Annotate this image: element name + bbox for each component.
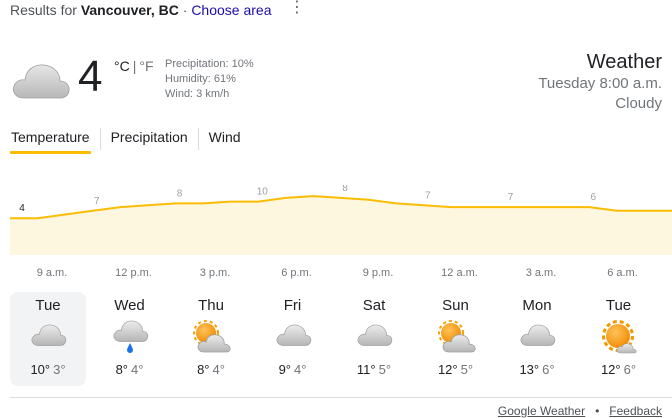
temperature-point-label: 8 <box>342 185 348 194</box>
feedback-link[interactable]: Feedback <box>609 404 662 418</box>
temperature-point-label: 4 <box>19 203 25 214</box>
high-temp: 8° <box>197 362 210 377</box>
fahrenheit-unit[interactable]: °F <box>139 58 153 74</box>
high-temp: 12° <box>600 362 621 377</box>
unit-toggle: °C | °F <box>114 58 154 74</box>
forecast-day-mon[interactable]: Mon 13° 6° <box>499 292 575 386</box>
weather-title: Weather <box>586 51 662 73</box>
cloud-icon <box>276 324 311 346</box>
temperature-point-label: 6 <box>590 192 596 203</box>
footer-divider <box>10 397 672 398</box>
temperature-point-label: 7 <box>508 192 514 203</box>
forecast-day-fri[interactable]: Fri 9° 4° <box>255 292 331 386</box>
day-temperatures: 10° 3° <box>10 362 86 377</box>
choose-area-link[interactable]: Choose area <box>191 2 271 18</box>
forecast-day-sat[interactable]: Sat 11° 5° <box>336 292 412 386</box>
day-temperatures: 8° 4° <box>173 362 249 377</box>
low-temp: 4° <box>212 362 225 377</box>
forecast-day-thu[interactable]: Thu 8° 4° <box>173 292 249 386</box>
weather-condition: Cloudy <box>615 95 662 112</box>
day-name: Tue <box>35 297 61 314</box>
separator-dot: · <box>182 2 188 18</box>
partly-cloudy-icon <box>437 320 476 353</box>
day-temperatures: 11° 5° <box>336 362 412 377</box>
low-temp: 5° <box>378 362 392 377</box>
high-temp: 11° <box>356 362 376 377</box>
time-label: 6 a.m. <box>607 267 638 279</box>
day-name: Sat <box>362 297 386 314</box>
current-details: Precipitation: 10% Humidity: 61% Wind: 3… <box>165 57 254 102</box>
day-name: Mon <box>522 297 552 314</box>
wind-text: Wind: 3 km/h <box>165 88 230 100</box>
high-temp: 10° <box>30 362 51 377</box>
time-label: 6 p.m. <box>281 267 312 279</box>
low-temp: 4° <box>131 362 144 377</box>
low-temp: 3° <box>53 362 66 377</box>
day-name: Fri <box>283 297 302 314</box>
celsius-unit[interactable]: °C <box>114 58 130 74</box>
google-weather-link[interactable]: Google Weather <box>498 404 585 418</box>
day-temperatures: 12° 5° <box>418 362 494 377</box>
weather-datetime: Tuesday 8:00 a.m. <box>538 75 662 92</box>
time-label: 12 p.m. <box>115 267 152 279</box>
time-axis: 9 a.m. 12 p.m. 3 p.m. 6 p.m. 9 p.m. 12 a.m. 3 … <box>0 267 672 281</box>
results-header: Results for Vancouver, BC · Choose area <box>10 2 271 18</box>
cloud-icon <box>13 64 70 99</box>
results-prefix: Results for <box>10 2 77 18</box>
cloud-icon <box>31 324 67 346</box>
low-temp: 4° <box>294 362 307 377</box>
temperature-point-label: 8 <box>177 188 183 199</box>
high-temp: 8° <box>115 362 128 377</box>
high-temp: 12° <box>437 362 458 377</box>
forecast-day-tue[interactable]: Tue 10° 3° <box>10 292 86 386</box>
partly-cloudy-icon <box>193 320 231 353</box>
location-name: Vancouver, BC <box>80 2 179 18</box>
footer: Google Weather • Feedback <box>498 404 662 418</box>
forecast-day-sun[interactable]: Sun 12° 5° <box>418 292 494 386</box>
unit-separator: | <box>132 58 137 74</box>
chart-tabs: Temperature Precipitation Wind <box>10 128 251 158</box>
day-temperatures: 9° 4° <box>255 362 331 377</box>
time-label: 9 a.m. <box>36 267 68 279</box>
high-temp: 13° <box>519 362 540 377</box>
cloud-icon <box>357 324 393 346</box>
weather-heading: Weather Tuesday 8:00 a.m. Cloudy <box>538 50 662 114</box>
time-label: 9 p.m. <box>362 267 394 279</box>
precipitation-text: Precipitation: 10% <box>165 58 254 70</box>
day-name: Sun <box>442 297 469 314</box>
cloud-icon <box>520 324 556 346</box>
day-temperatures: 8° 4° <box>92 362 168 377</box>
day-name: Thu <box>198 297 224 314</box>
current-temperature: 4 <box>78 52 103 101</box>
low-temp: 6° <box>623 362 637 377</box>
time-label: 12 a.m. <box>441 267 478 279</box>
temperature-area <box>10 196 672 255</box>
low-temp: 5° <box>460 362 474 377</box>
daily-forecast: Tue 10° 3° Wed 8° 4° Thu 8° 4° Fri 9° 4° Sat 11° 5° Sun… <box>10 292 670 386</box>
time-label: 3 a.m. <box>525 267 557 279</box>
tab-wind[interactable]: Wind <box>197 128 251 150</box>
low-temp: 6° <box>542 362 555 377</box>
day-name: Tue <box>605 297 632 314</box>
temperature-point-label: 10 <box>257 187 269 198</box>
temperature-point-label: 7 <box>94 196 100 207</box>
temperature-chart: 4 7 8 10 8 7 7 6 <box>10 185 672 255</box>
tab-temperature[interactable]: Temperature <box>10 128 100 154</box>
day-name: Wed <box>114 297 145 314</box>
mostly-sunny-icon <box>601 320 637 354</box>
time-label: 3 p.m. <box>199 267 231 279</box>
forecast-day-tue[interactable]: Tue 12° 6° <box>581 292 657 386</box>
day-temperatures: 12° 6° <box>581 362 657 377</box>
tab-precipitation[interactable]: Precipitation <box>99 128 198 150</box>
day-temperatures: 13° 6° <box>499 362 575 377</box>
more-options-icon[interactable]: ⋮ <box>289 0 305 18</box>
humidity-text: Humidity: 61% <box>165 73 236 85</box>
rain-icon <box>113 320 148 353</box>
temperature-point-label: 7 <box>425 190 431 201</box>
high-temp: 9° <box>278 362 291 377</box>
forecast-day-wed[interactable]: Wed 8° 4° <box>92 292 168 386</box>
footer-bullet: • <box>595 404 600 418</box>
